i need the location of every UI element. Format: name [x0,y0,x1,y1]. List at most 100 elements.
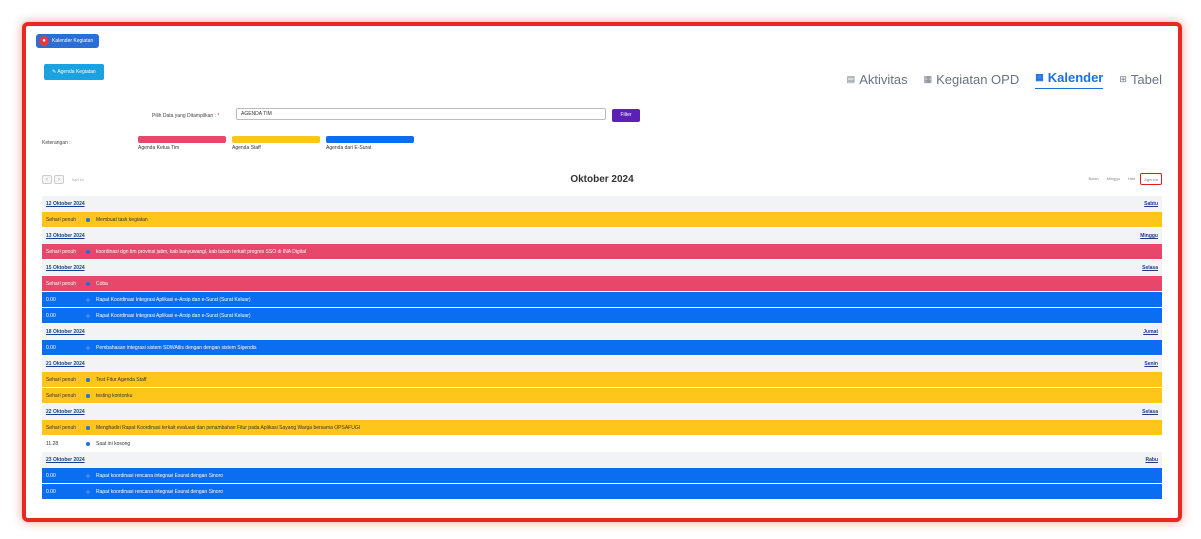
tab-kalender[interactable]: ▦ Kalender [1035,70,1104,89]
event-dot-icon [86,441,90,446]
agenda-date[interactable]: 22 Oktober 2024 [46,409,85,415]
legend-text: Agenda dari E-Surat [326,145,372,151]
event-time: 0.00 [46,312,56,319]
view-tabs: ▤ Aktivitas ▦ Kegiatan OPD ▦ Kalender ⊞ … [847,70,1162,89]
agenda-event[interactable]: 0.00 Rapat Koordinasi Integrasi Aplikasi … [42,308,1162,324]
agenda-weekday[interactable]: Senin [1144,361,1158,367]
agenda-event[interactable]: Seharí penuh Coba [42,276,1162,292]
agenda-list: 12 Oktober 2024 Sabtu Seharí penuh Membuat … [42,196,1162,500]
event-time: 0.00 [46,488,56,495]
agenda-weekday[interactable]: Selasa [1142,409,1158,415]
event-dot-icon [86,345,90,350]
agenda-date[interactable]: 13 Oktober 2024 [46,233,85,239]
agenda-weekday[interactable]: Sabtu [1144,201,1158,207]
agenda-date-row: 22 Oktober 2024 Selasa [42,404,1162,420]
agenda-weekday[interactable]: Rabu [1146,457,1159,463]
filter-select[interactable]: AGENDA TIM [236,108,606,120]
app-logo-icon: ● [39,36,49,46]
tab-tabel[interactable]: ⊞ Tabel [1119,70,1162,89]
filter-label-text: Pilih Data yang Ditampilkan : [152,113,216,119]
event-title: Pembahasan integrasi sistem SDWAtlis den… [96,344,257,351]
calendar-title: Oktober 2024 [570,174,634,185]
agenda-date[interactable]: 12 Oktober 2024 [46,201,85,207]
agenda-date-row: 21 Oktober 2024 Senin [42,356,1162,372]
agenda-weekday[interactable]: Selasa [1142,265,1158,271]
event-time: 11.28 [46,440,59,447]
agenda-event[interactable]: Seharí penuh Test Fitur Agenda Staff [42,372,1162,388]
legend-text: Agenda Ketua Tim [138,145,180,151]
legend-swatch [326,136,414,143]
agenda-event[interactable]: Seharí penuh testing kontonku [42,388,1162,404]
app-title-pill[interactable]: ● Kalender Kegiatan [36,34,100,48]
event-dot-icon [86,281,90,286]
event-time: Seharí penuh [46,424,77,431]
view-agenda[interactable]: Agenda [1140,173,1162,185]
event-title: Test Fitur Agenda Staff [96,376,147,383]
event-title: testing kontonku [96,392,133,399]
agenda-date[interactable]: 18 Oktober 2024 [46,329,85,335]
agenda-event[interactable]: 0.00 Rapat koordinasi rencana integrasi E… [42,484,1162,500]
agenda-event[interactable]: 11.28 Saat ini kosong [42,436,1162,452]
event-dot-icon [86,249,90,254]
calendar-toolbar: ‹ › hari ini Oktober 2024 Bulan Minggu H… [42,173,1162,187]
agenda-event[interactable]: Seharí penuh Menghadiri Rapat Koordinasi … [42,420,1162,436]
agenda-weekday[interactable]: Jumat [1143,329,1158,335]
agenda-event[interactable]: 0.00 Rapat koordinasi rencana integrasi E… [42,468,1162,484]
event-title: Saat ini kosong [96,440,131,447]
event-dot-icon [86,377,90,382]
agenda-date-row: 23 Oktober 2024 Rabu [42,452,1162,468]
event-dot-icon [86,489,90,494]
event-time: Seharí penuh [46,248,77,255]
legend-esurat: Agenda dari E-Surat [326,136,414,151]
event-title: Rapat koordinasi rencana integrasi Esura… [96,488,224,495]
agenda-event[interactable]: 0.00 Pembahasan integrasi sistem SDWAtlis… [42,340,1162,356]
agenda-date[interactable]: 23 Oktober 2024 [46,457,85,463]
event-title: Membuat task kegiatan [96,216,148,223]
event-title: Rapat Koordinasi Integrasi Aplikasi e-Ar… [96,296,251,303]
view-switcher: Bulan Minggu Hari Agenda [1086,173,1162,185]
filter-button[interactable]: Filter [612,109,640,122]
event-dot-icon [86,393,90,398]
agenda-event[interactable]: 0.00 Rapat Koordinasi Integrasi Aplikasi … [42,292,1162,308]
agenda-date-row: 18 Oktober 2024 Jumat [42,324,1162,340]
tab-kegiatan-opd[interactable]: ▦ Kegiatan OPD [924,70,1020,89]
legend-swatch [138,136,226,143]
agenda-date-row: 13 Oktober 2024 Minggu [42,228,1162,244]
agenda-date[interactable]: 21 Oktober 2024 [46,361,85,367]
view-minggu[interactable]: Minggu [1104,173,1123,185]
event-dot-icon [86,473,90,478]
tab-aktivitas-label: Aktivitas [859,72,908,87]
agenda-kegiatan-button[interactable]: ✎ Agenda Kegiatan [44,64,104,80]
agenda-date-row: 15 Oktober 2024 Selasa [42,260,1162,276]
legend-text: Agenda Staff [232,145,261,151]
agenda-event[interactable]: Seharí penuh Membuat task kegiatan [42,212,1162,228]
app-content: ● Kalender Kegiatan ✎ Agenda Kegiatan ▤ … [30,30,1174,514]
legend-ketua-tim: Agenda Ketua Tim [138,136,226,151]
event-title: Coba [96,280,108,287]
legend-label: Keterangan : [42,140,71,146]
event-time: 0.00 [46,296,56,303]
legend-staff: Agenda Staff [232,136,320,151]
table-icon: ⊞ [1119,74,1127,84]
event-time: 0.00 [46,344,56,351]
event-time: Seharí penuh [46,216,77,223]
agenda-date-row: 12 Oktober 2024 Sabtu [42,196,1162,212]
agenda-event[interactable]: Seharí penuh koordinasi dgn tim provinsi … [42,244,1162,260]
event-time: Seharí penuh [46,376,77,383]
event-title: Menghadiri Rapat Koordinasi terkait eval… [96,424,361,431]
view-hari[interactable]: Hari [1125,173,1138,185]
tab-kalender-label: Kalender [1047,70,1104,85]
event-dot-icon [86,313,90,318]
agenda-weekday[interactable]: Minggu [1140,233,1158,239]
event-title: Rapat koordinasi rencana integrasi Esura… [96,472,224,479]
agenda-date[interactable]: 15 Oktober 2024 [46,265,85,271]
filter-label: Pilih Data yang Ditampilkan : * [152,113,219,119]
tab-aktivitas[interactable]: ▤ Aktivitas [847,70,908,89]
event-dot-icon [86,217,90,222]
event-title: Rapat Koordinasi Integrasi Aplikasi e-Ar… [96,312,251,319]
tab-kegiatan-opd-label: Kegiatan OPD [936,72,1020,87]
required-mark: * [217,113,220,119]
event-dot-icon [86,297,90,302]
clipboard-icon: ▦ [923,74,933,84]
view-bulan[interactable]: Bulan [1086,173,1102,185]
